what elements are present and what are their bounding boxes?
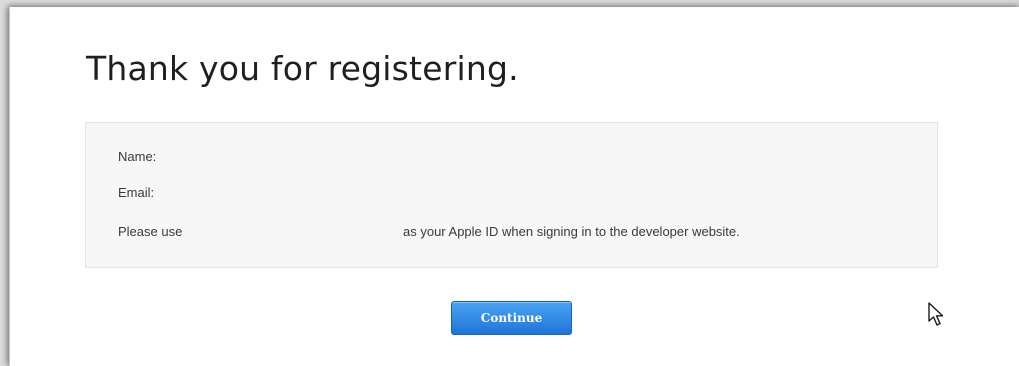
registration-confirmation-page: Thank you for registering. Name: Email: … (9, 7, 1019, 366)
email-label: Email: (118, 185, 155, 200)
email-row: Email: (118, 185, 154, 200)
page-title: Thank you for registering. (86, 49, 519, 88)
continue-button[interactable]: Continue (451, 301, 572, 335)
name-label: Name: (118, 149, 157, 164)
registration-info-box: Name: Email: Please use as your Apple ID… (85, 122, 938, 268)
name-row: Name: (118, 149, 156, 164)
apple-id-instruction-suffix: as your Apple ID when signing in to the … (403, 224, 740, 239)
mouse-pointer-icon (928, 302, 944, 326)
apple-id-instruction-prefix: Please use (118, 224, 183, 239)
apple-id-instruction-row: Please use as your Apple ID when signing… (118, 224, 740, 239)
